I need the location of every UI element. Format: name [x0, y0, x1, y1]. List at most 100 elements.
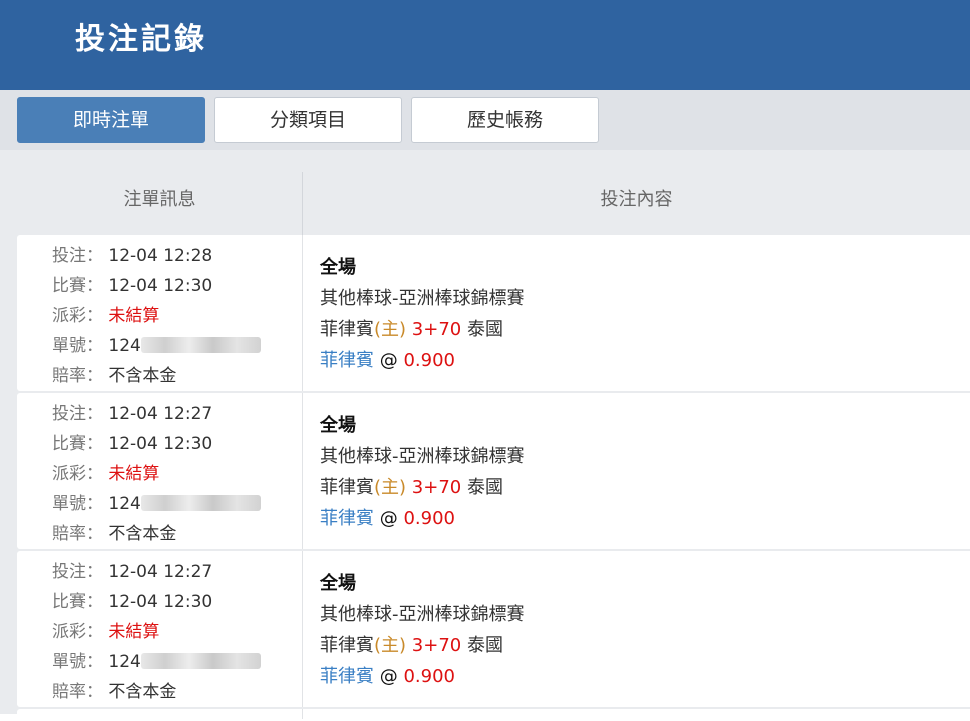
payout-status: 未結算	[108, 464, 160, 484]
column-header-bet-info: 注單訊息	[123, 189, 196, 210]
row-divider	[302, 393, 303, 549]
ticket-number-prefix: 124	[108, 336, 141, 356]
ticket-line: 單號： 124	[52, 331, 261, 361]
odds-type-line: 賠率： 不含本金	[52, 519, 261, 549]
ticket-line: 單號： 124	[52, 647, 261, 677]
odds-type-label: 賠率：	[52, 682, 103, 702]
odds-type-label: 賠率：	[52, 366, 103, 386]
table-row: 投注： 12-04 12:27 比賽： 12-04 12:30 派彩： 未結算 …	[17, 393, 970, 549]
table-row	[17, 709, 970, 719]
tab-bar: 即時注單 分類項目 歷史帳務	[0, 90, 970, 150]
bet-content: 全場 其他棒球-亞洲棒球錦標賽 菲律賓(主) 3+70 泰國 菲律賓 @ 0.9…	[320, 252, 525, 376]
away-team: 泰國	[466, 477, 503, 498]
bet-time-value: 12-04 12:27	[108, 562, 213, 582]
bet-period: 全場	[320, 257, 356, 278]
match-time-line: 比賽： 12-04 12:30	[52, 429, 261, 459]
ticket-number-prefix: 124	[108, 652, 141, 672]
odds-type-label: 賠率：	[52, 524, 103, 544]
ticket-number-prefix: 124	[108, 494, 141, 514]
selection-team: 菲律賓	[320, 350, 374, 371]
bet-time-line: 投注： 12-04 12:27	[52, 399, 261, 429]
bet-info: 投注： 12-04 12:27 比賽： 12-04 12:30 派彩： 未結算 …	[52, 399, 261, 549]
payout-status: 未結算	[108, 622, 160, 642]
league-name: 其他棒球-亞洲棒球錦標賽	[320, 604, 525, 625]
league-name: 其他棒球-亞洲棒球錦標賽	[320, 446, 525, 467]
ticket-label: 單號：	[52, 336, 103, 356]
payout-line: 派彩： 未結算	[52, 617, 261, 647]
match-time-value: 12-04 12:30	[108, 276, 213, 296]
match-time-label: 比賽：	[52, 276, 103, 296]
matchup: 菲律賓(主) 3+70 泰國	[320, 630, 525, 661]
bet-time-label: 投注：	[52, 562, 103, 582]
row-divider	[302, 551, 303, 707]
matchup: 菲律賓(主) 3+70 泰國	[320, 472, 525, 503]
away-team: 泰國	[466, 319, 503, 340]
ticket-line: 單號： 124	[52, 489, 261, 519]
match-time-label: 比賽：	[52, 592, 103, 612]
selection-line: 菲律賓 @ 0.900	[320, 503, 525, 534]
ticket-number-redacted	[140, 652, 261, 669]
ticket-label: 單號：	[52, 652, 103, 672]
bet-rows: 投注： 12-04 12:28 比賽： 12-04 12:30 派彩： 未結算 …	[17, 235, 970, 721]
column-header-bet-content: 投注內容	[600, 189, 673, 210]
bet-period: 全場	[320, 573, 356, 594]
handicap: 3+70	[411, 635, 462, 656]
match-time-label: 比賽：	[52, 434, 103, 454]
odds-type-value: 不含本金	[108, 366, 177, 386]
table-row: 投注： 12-04 12:27 比賽： 12-04 12:30 派彩： 未結算 …	[17, 551, 970, 707]
bet-time-value: 12-04 12:28	[108, 246, 213, 266]
league-name: 其他棒球-亞洲棒球錦標賽	[320, 288, 525, 309]
match-time-line: 比賽： 12-04 12:30	[52, 271, 261, 301]
away-team: 泰國	[466, 635, 503, 656]
odds-value: 0.900	[403, 666, 455, 687]
ticket-number-redacted	[140, 494, 261, 511]
bet-info: 投注： 12-04 12:27 比賽： 12-04 12:30 派彩： 未結算 …	[52, 557, 261, 707]
handicap: 3+70	[411, 477, 462, 498]
at-sign: @	[379, 508, 398, 529]
bets-table: 注單訊息 投注內容 投注： 12-04 12:28 比賽： 12-04 12:3…	[0, 150, 970, 719]
odds-type-line: 賠率： 不含本金	[52, 361, 261, 391]
matchup: 菲律賓(主) 3+70 泰國	[320, 314, 525, 345]
payout-label: 派彩：	[52, 622, 103, 642]
payout-label: 派彩：	[52, 306, 103, 326]
bet-content: 全場 其他棒球-亞洲棒球錦標賽 菲律賓(主) 3+70 泰國 菲律賓 @ 0.9…	[320, 410, 525, 534]
bet-time-value: 12-04 12:27	[108, 404, 213, 424]
home-team: 菲律賓	[320, 635, 374, 656]
bet-time-label: 投注：	[52, 246, 103, 266]
payout-status: 未結算	[108, 306, 160, 326]
row-divider	[302, 709, 303, 719]
tab-live-bets[interactable]: 即時注單	[17, 97, 205, 143]
selection-line: 菲律賓 @ 0.900	[320, 345, 525, 376]
at-sign: @	[379, 350, 398, 371]
tab-history[interactable]: 歷史帳務	[411, 97, 599, 143]
row-divider	[302, 235, 303, 391]
odds-value: 0.900	[403, 350, 455, 371]
payout-line: 派彩： 未結算	[52, 301, 261, 331]
odds-type-value: 不含本金	[108, 682, 177, 702]
handicap: 3+70	[411, 319, 462, 340]
home-team: 菲律賓	[320, 477, 374, 498]
bet-time-label: 投注：	[52, 404, 103, 424]
home-marker: (主)	[374, 635, 407, 656]
selection-team: 菲律賓	[320, 666, 374, 687]
match-time-line: 比賽： 12-04 12:30	[52, 587, 261, 617]
tab-categories[interactable]: 分類項目	[214, 97, 402, 143]
home-marker: (主)	[374, 477, 407, 498]
ticket-number-redacted	[140, 336, 261, 353]
odds-type-value: 不含本金	[108, 524, 177, 544]
payout-line: 派彩： 未結算	[52, 459, 261, 489]
top-header-bar: 投注記錄	[0, 0, 970, 90]
at-sign: @	[379, 666, 398, 687]
odds-value: 0.900	[403, 508, 455, 529]
ticket-label: 單號：	[52, 494, 103, 514]
table-row: 投注： 12-04 12:28 比賽： 12-04 12:30 派彩： 未結算 …	[17, 235, 970, 391]
bet-content: 全場 其他棒球-亞洲棒球錦標賽 菲律賓(主) 3+70 泰國 菲律賓 @ 0.9…	[320, 568, 525, 692]
bet-info: 投注： 12-04 12:28 比賽： 12-04 12:30 派彩： 未結算 …	[52, 241, 261, 391]
match-time-value: 12-04 12:30	[108, 434, 213, 454]
odds-type-line: 賠率： 不含本金	[52, 677, 261, 707]
selection-team: 菲律賓	[320, 508, 374, 529]
home-team: 菲律賓	[320, 319, 374, 340]
page-title: 投注記錄	[75, 22, 207, 57]
match-time-value: 12-04 12:30	[108, 592, 213, 612]
bet-period: 全場	[320, 415, 356, 436]
